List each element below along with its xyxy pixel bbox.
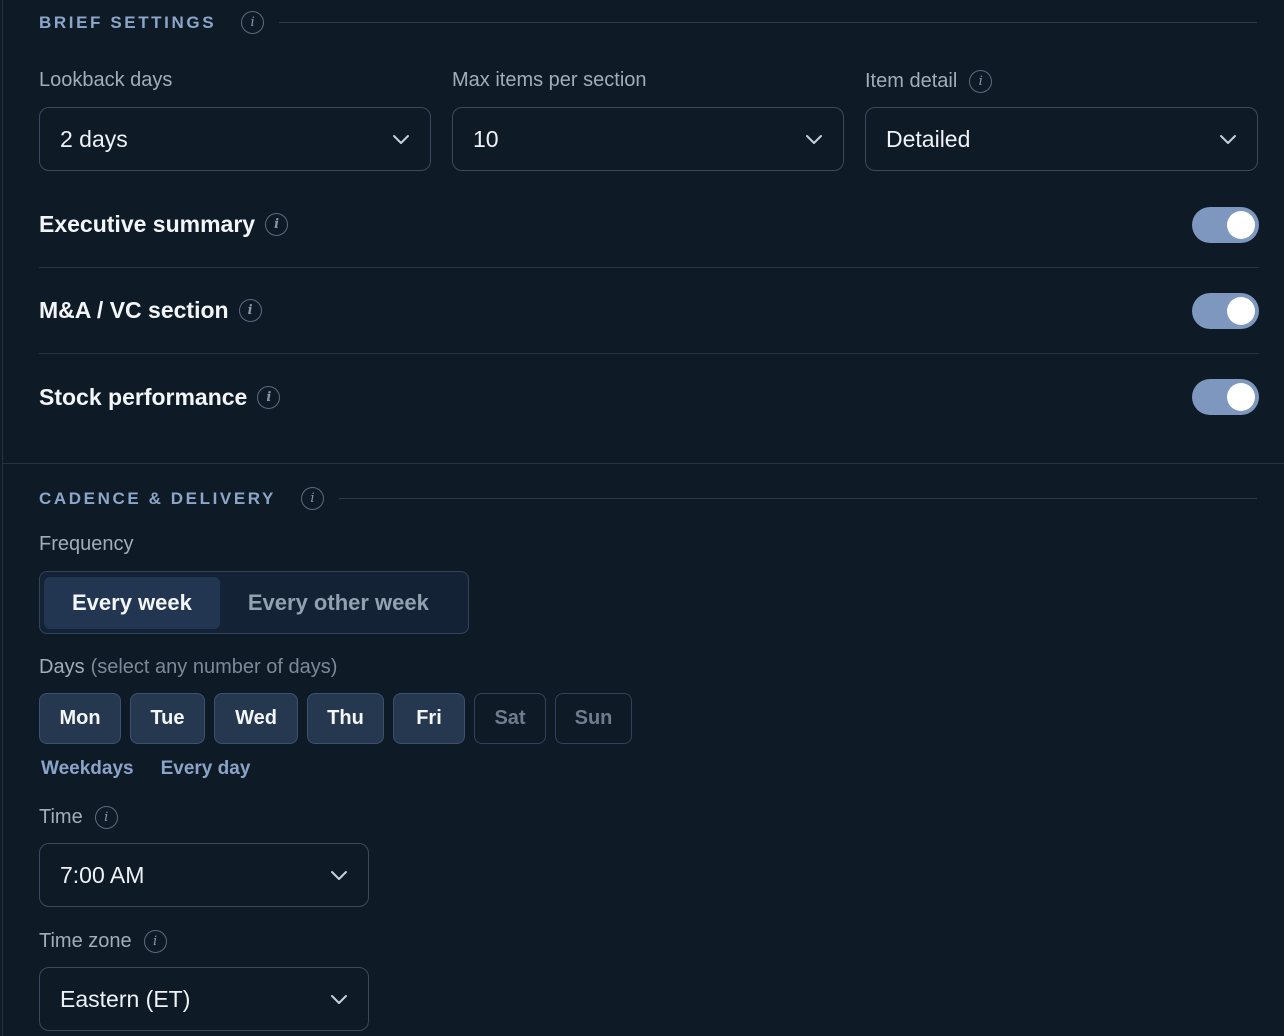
max-items-label-text: Max items per section: [452, 69, 647, 91]
settings-panel: BRIEF SETTINGS i Lookback days Max items…: [2, 0, 1284, 1036]
stock-performance-row: Stock performance i: [39, 354, 1259, 440]
section-rule: [338, 498, 1257, 499]
info-icon[interactable]: i: [143, 930, 167, 953]
section-title: CADENCE & DELIVERY: [39, 488, 276, 508]
stock-performance-text: Stock performance: [39, 383, 248, 410]
section-divider: [3, 463, 1284, 464]
toggle-knob: [1227, 383, 1255, 411]
every-day-link[interactable]: Every day: [161, 758, 251, 780]
chevron-down-icon: [331, 871, 347, 880]
executive-summary-row: Executive summary i: [39, 182, 1259, 268]
info-icon[interactable]: i: [94, 806, 118, 829]
day-sat[interactable]: Sat: [474, 693, 546, 744]
frequency-every-other-week[interactable]: Every other week: [220, 577, 457, 629]
item-detail-label: Item detail i: [865, 70, 993, 93]
lookback-label-text: Lookback days: [39, 69, 173, 91]
chevron-down-icon: [393, 135, 409, 144]
lookback-value: 2 days: [60, 125, 128, 152]
timezone-select[interactable]: Eastern (ET): [39, 967, 369, 1031]
chevron-down-icon: [331, 995, 347, 1004]
days-label-text: Days: [39, 656, 85, 678]
day-thu[interactable]: Thu: [307, 693, 384, 744]
executive-summary-toggle[interactable]: [1192, 206, 1259, 243]
info-icon[interactable]: i: [969, 70, 993, 93]
info-icon[interactable]: i: [265, 213, 289, 236]
item-detail-select[interactable]: Detailed: [865, 107, 1258, 171]
weekdays-link[interactable]: Weekdays: [41, 758, 134, 780]
day-mon[interactable]: Mon: [39, 693, 121, 744]
item-detail-label-text: Item detail: [865, 70, 958, 92]
frequency-every-week[interactable]: Every week: [44, 576, 220, 629]
time-select[interactable]: 7:00 AM: [39, 843, 369, 907]
section-rule: [279, 22, 1257, 23]
ma-vc-toggle[interactable]: [1192, 292, 1259, 329]
toggle-knob: [1227, 210, 1255, 239]
time-value: 7:00 AM: [60, 861, 145, 888]
ma-vc-row: M&A / VC section i: [39, 268, 1259, 354]
brief-settings-header: BRIEF SETTINGS i: [39, 11, 1257, 34]
max-items-value: 10: [473, 125, 499, 152]
chevron-down-icon: [806, 135, 822, 144]
frequency-segmented-control: Every week Every other week: [39, 571, 469, 634]
frequency-label-text: Frequency: [39, 533, 134, 555]
info-icon[interactable]: i: [300, 487, 324, 510]
executive-summary-label: Executive summary i: [39, 211, 289, 238]
chevron-down-icon: [1220, 135, 1236, 144]
ma-vc-text: M&A / VC section: [39, 297, 229, 323]
day-quick-links: Weekdays Every day: [41, 758, 277, 780]
section-title: BRIEF SETTINGS: [39, 12, 217, 32]
day-sun[interactable]: Sun: [555, 693, 632, 744]
day-tue[interactable]: Tue: [130, 693, 205, 744]
timezone-value: Eastern (ET): [60, 985, 191, 1012]
info-icon[interactable]: i: [238, 299, 262, 322]
day-wed[interactable]: Wed: [214, 693, 298, 744]
time-label: Time i: [39, 806, 118, 829]
days-hint: (select any number of days): [90, 656, 338, 678]
day-picker: Mon Tue Wed Thu Fri Sat Sun: [39, 693, 641, 744]
frequency-label: Frequency: [39, 533, 134, 556]
executive-summary-text: Executive summary: [39, 211, 256, 237]
time-label-text: Time: [39, 806, 83, 828]
toggle-knob: [1227, 296, 1255, 325]
stock-performance-toggle[interactable]: [1192, 379, 1259, 415]
stock-performance-label: Stock performance i: [39, 383, 281, 411]
days-label: Days (select any number of days): [39, 656, 337, 679]
ma-vc-label: M&A / VC section i: [39, 297, 262, 324]
lookback-label: Lookback days: [39, 69, 172, 92]
lookback-select[interactable]: 2 days: [39, 107, 431, 171]
info-icon[interactable]: i: [241, 11, 265, 34]
max-items-label: Max items per section: [452, 69, 647, 92]
info-icon[interactable]: i: [257, 385, 281, 409]
max-items-select[interactable]: 10: [452, 107, 844, 171]
timezone-label: Time zone i: [39, 930, 167, 953]
item-detail-value: Detailed: [886, 125, 971, 152]
cadence-header: CADENCE & DELIVERY i: [39, 487, 1257, 510]
day-fri[interactable]: Fri: [393, 693, 465, 744]
timezone-label-text: Time zone: [39, 930, 132, 952]
